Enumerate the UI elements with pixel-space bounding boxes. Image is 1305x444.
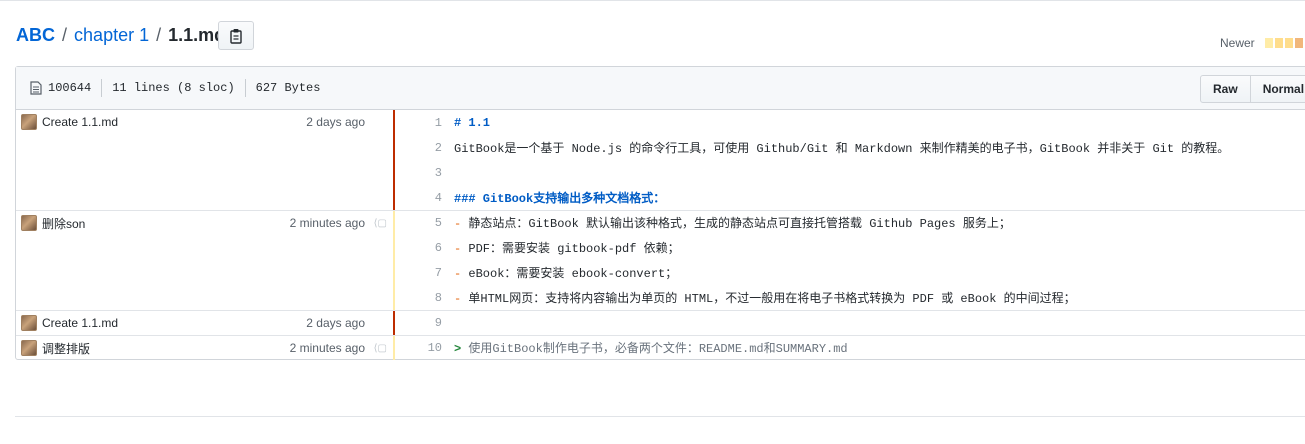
normal-view-button[interactable]: Normal view: [1250, 75, 1305, 103]
breadcrumb-separator: /: [62, 25, 68, 45]
blame-age-legend: Newer: [1220, 36, 1303, 50]
copy-path-button[interactable]: [218, 21, 254, 50]
bottom-divider: [15, 416, 1305, 417]
heat-swatch: [1284, 38, 1293, 48]
file-mode: 100644: [26, 79, 101, 97]
code-line: 1 # 1.1: [395, 110, 1305, 135]
reblame-icon[interactable]: ⟨▢: [371, 218, 387, 229]
commit-age: 2 days ago: [306, 316, 365, 330]
line-number[interactable]: 7: [395, 266, 442, 280]
line-number[interactable]: 4: [395, 191, 442, 205]
heading-text: ### GitBook支持输出多种文档格式：: [454, 192, 666, 206]
line-text: eBook：需要安装 ebook-convert；: [461, 267, 678, 281]
avatar[interactable]: [21, 315, 37, 331]
reblame-icon[interactable]: ⟨▢: [371, 343, 387, 354]
clipboard-icon: [230, 28, 242, 44]
line-number[interactable]: 10: [395, 341, 442, 355]
breadcrumb-file-name: 1.1.md: [168, 25, 226, 45]
line-text: GitBook是一个基于 Node.js 的命令行工具，可使用 Github/G…: [454, 142, 1230, 156]
commit-age: 2 days ago: [306, 115, 365, 129]
code-line: 9: [395, 310, 1305, 335]
avatar[interactable]: [21, 114, 37, 130]
commit-age: 2 minutes ago: [289, 216, 365, 230]
top-divider: [0, 0, 1305, 1]
heat-swatch: [1294, 38, 1303, 48]
breadcrumb-repo-link[interactable]: ABC: [16, 25, 55, 45]
commit-message-link[interactable]: Create 1.1.md: [42, 115, 306, 129]
file-actions: Raw Normal view: [1200, 75, 1305, 103]
breadcrumb: ABC / chapter 1 / 1.1.md: [16, 22, 225, 48]
blame-commit-info: 删除son 2 minutes ago ⟨▢: [16, 211, 394, 310]
line-text: PDF：需要安装 gitbook-pdf 依赖；: [461, 242, 680, 256]
code-line: 8 - 单HTML网页：支持将内容输出为单页的 HTML，不过一般用在将电子书格…: [395, 285, 1305, 310]
code-line: 7 - eBook：需要安装 ebook-convert；: [395, 260, 1305, 285]
line-number[interactable]: 1: [395, 116, 442, 130]
commit-message-link[interactable]: 删除son: [42, 215, 290, 232]
code-line: 2 GitBook是一个基于 Node.js 的命令行工具，可使用 Github…: [395, 135, 1305, 160]
commit-message-link[interactable]: Create 1.1.md: [42, 316, 306, 330]
file-icon: [30, 81, 42, 95]
line-number[interactable]: 2: [395, 141, 442, 155]
line-text: 使用GitBook制作电子书，必备两个文件：README.md和SUMMARY.…: [461, 342, 848, 356]
blame-commit-info: Create 1.1.md 2 days ago: [16, 311, 394, 335]
code-line: 10 > 使用GitBook制作电子书，必备两个文件：README.md和SUM…: [395, 335, 1305, 360]
heat-swatch: [1264, 38, 1273, 48]
raw-button[interactable]: Raw: [1200, 75, 1251, 103]
file-line-count: 11 lines (8 sloc): [101, 79, 244, 97]
code-line: 5 - 静态站点：GitBook 默认输出该种格式，生成的静态站点可直接托管搭载…: [395, 210, 1305, 235]
code-line: 6 - PDF：需要安装 gitbook-pdf 依赖；: [395, 235, 1305, 260]
blame-commit-info: Create 1.1.md 2 days ago: [16, 110, 394, 210]
file-header: 100644 11 lines (8 sloc) 627 Bytes Raw N…: [16, 67, 1305, 110]
avatar[interactable]: [21, 215, 37, 231]
blame-file-box: 100644 11 lines (8 sloc) 627 Bytes Raw N…: [15, 66, 1305, 360]
line-text: 静态站点：GitBook 默认输出该种格式，生成的静态站点可直接托管搭载 Git…: [461, 217, 1011, 231]
file-size: 627 Bytes: [244, 79, 331, 97]
avatar[interactable]: [21, 340, 37, 356]
blame-commit-info: 调整排版 2 minutes ago ⟨▢: [16, 336, 394, 360]
file-mode-value: 100644: [48, 81, 92, 95]
heat-swatch: [1274, 38, 1283, 48]
line-number[interactable]: 5: [395, 216, 442, 230]
line-number[interactable]: 9: [395, 316, 442, 330]
commit-age: 2 minutes ago: [289, 341, 365, 355]
heading-text: # 1.1: [454, 115, 491, 130]
newer-label: Newer: [1220, 36, 1255, 50]
breadcrumb-dir-link[interactable]: chapter 1: [74, 25, 149, 45]
line-text: 单HTML网页：支持将内容输出为单页的 HTML，不过一般用在将电子书格式转换为…: [461, 292, 1076, 306]
line-number[interactable]: 8: [395, 291, 442, 305]
breadcrumb-separator: /: [156, 25, 162, 45]
code-line: 3: [395, 160, 1305, 185]
code-line: 4 ### GitBook支持输出多种文档格式：: [395, 185, 1305, 210]
line-number[interactable]: 3: [395, 166, 442, 180]
line-number[interactable]: 6: [395, 241, 442, 255]
commit-message-link[interactable]: 调整排版: [42, 340, 290, 357]
